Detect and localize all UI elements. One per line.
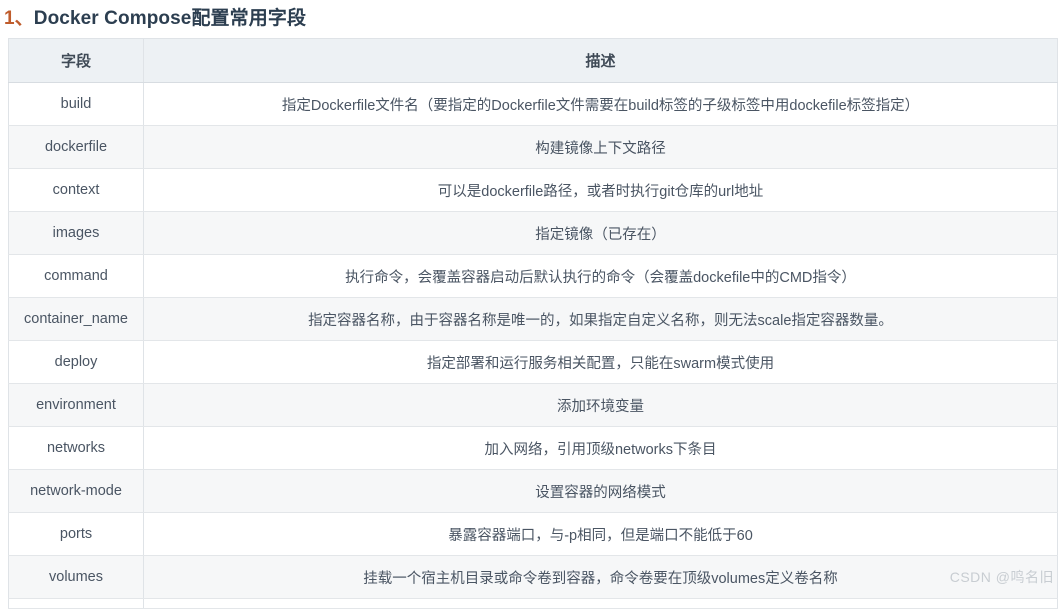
table-row: container_name 指定容器名称，由于容器名称是唯一的，如果指定自定义…	[9, 298, 1058, 341]
table-body: build 指定Dockerfile文件名（要指定的Dockerfile文件需要…	[9, 83, 1058, 609]
cell-field-name: context	[9, 169, 144, 212]
cell-field-description: 指定镜像（已存在）	[144, 212, 1058, 255]
page-title: 1、Docker Compose配置常用字段	[0, 0, 1064, 32]
cell-field-name-partial	[9, 599, 144, 609]
table-head: 字段 描述	[9, 39, 1058, 83]
cell-field-name: command	[9, 255, 144, 298]
table-row-partial	[9, 599, 1058, 609]
fields-table: 字段 描述 build 指定Dockerfile文件名（要指定的Dockerfi…	[8, 38, 1058, 609]
page-title-text: Docker Compose配置常用字段	[34, 8, 306, 29]
cell-field-description: 加入网络，引用顶级networks下条目	[144, 427, 1058, 470]
cell-field-description: 可以是dockerfile路径，或者时执行git仓库的url地址	[144, 169, 1058, 212]
cell-field-description: 添加环境变量	[144, 384, 1058, 427]
table-row: dockerfile 构建镜像上下文路径	[9, 126, 1058, 169]
cell-field-name: container_name	[9, 298, 144, 341]
table-row: command 执行命令，会覆盖容器启动后默认执行的命令（会覆盖dockefil…	[9, 255, 1058, 298]
table-row: deploy 指定部署和运行服务相关配置，只能在swarm模式使用	[9, 341, 1058, 384]
cell-field-name: network-mode	[9, 470, 144, 513]
cell-field-description: 挂载一个宿主机目录或命令卷到容器，命令卷要在顶级volumes定义卷名称	[144, 556, 1058, 599]
cell-field-description: 设置容器的网络模式	[144, 470, 1058, 513]
cell-field-name: volumes	[9, 556, 144, 599]
table-row: context 可以是dockerfile路径，或者时执行git仓库的url地址	[9, 169, 1058, 212]
table-row: environment 添加环境变量	[9, 384, 1058, 427]
cell-field-description-partial	[144, 599, 1058, 609]
cell-field-name: ports	[9, 513, 144, 556]
cell-field-description: 指定容器名称，由于容器名称是唯一的，如果指定自定义名称，则无法scale指定容器…	[144, 298, 1058, 341]
table-header-row: 字段 描述	[9, 39, 1058, 83]
table-row: volumes 挂载一个宿主机目录或命令卷到容器，命令卷要在顶级volumes定…	[9, 556, 1058, 599]
cell-field-name: dockerfile	[9, 126, 144, 169]
column-header-description: 描述	[144, 39, 1058, 83]
cell-field-name: networks	[9, 427, 144, 470]
table-row: networks 加入网络，引用顶级networks下条目	[9, 427, 1058, 470]
cell-field-name: deploy	[9, 341, 144, 384]
table-row: images 指定镜像（已存在）	[9, 212, 1058, 255]
table-row: ports 暴露容器端口，与-p相同，但是端口不能低于60	[9, 513, 1058, 556]
table-row: network-mode 设置容器的网络模式	[9, 470, 1058, 513]
column-header-field: 字段	[9, 39, 144, 83]
document-page: 1、Docker Compose配置常用字段 字段 描述 build 指定Doc…	[0, 0, 1064, 599]
cell-field-name: build	[9, 83, 144, 126]
cell-field-description: 执行命令，会覆盖容器启动后默认执行的命令（会覆盖dockefile中的CMD指令…	[144, 255, 1058, 298]
cell-field-description: 指定Dockerfile文件名（要指定的Dockerfile文件需要在build…	[144, 83, 1058, 126]
cell-field-name: environment	[9, 384, 144, 427]
page-title-number: 1、	[4, 8, 34, 29]
cell-field-description: 构建镜像上下文路径	[144, 126, 1058, 169]
cell-field-description: 指定部署和运行服务相关配置，只能在swarm模式使用	[144, 341, 1058, 384]
fields-table-container: 字段 描述 build 指定Dockerfile文件名（要指定的Dockerfi…	[8, 38, 1057, 609]
table-row: build 指定Dockerfile文件名（要指定的Dockerfile文件需要…	[9, 83, 1058, 126]
cell-field-description: 暴露容器端口，与-p相同，但是端口不能低于60	[144, 513, 1058, 556]
cell-field-name: images	[9, 212, 144, 255]
